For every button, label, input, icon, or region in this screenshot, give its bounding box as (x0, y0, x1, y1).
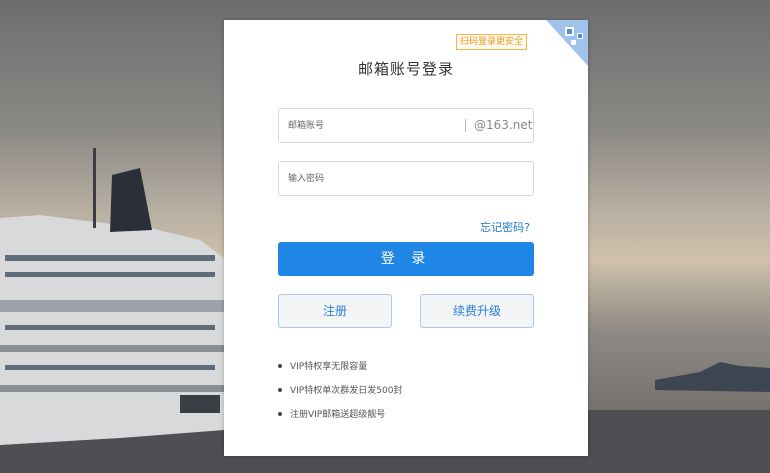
forgot-password-link[interactable]: 忘记密码? (480, 219, 530, 235)
email-account-input[interactable] (279, 109, 468, 142)
password-input[interactable] (279, 162, 528, 195)
list-item: VIP特权享无限容量 (278, 360, 402, 384)
renew-upgrade-button[interactable]: 续费升级 (420, 294, 534, 328)
field-divider (465, 119, 466, 132)
page-title: 邮箱账号登录 (357, 60, 454, 78)
password-field[interactable] (278, 161, 534, 196)
list-item: VIP特权单次群发日发500封 (278, 384, 402, 408)
register-button[interactable]: 注册 (278, 294, 392, 328)
qr-login-badge[interactable]: 扫码登录更安全 (456, 34, 528, 50)
login-panel: 扫码登录更安全 邮箱账号登录 @163.net 忘记密码? 登 录 注册 续费升… (224, 20, 588, 456)
list-item: 注册VIP邮箱送超级靓号 (278, 408, 402, 432)
email-domain-suffix: @163.net (474, 118, 533, 132)
email-account-field[interactable]: @163.net (278, 108, 534, 143)
login-button[interactable]: 登 录 (278, 242, 534, 276)
vip-feature-list: VIP特权享无限容量 VIP特权单次群发日发500封 注册VIP邮箱送超级靓号 (278, 360, 402, 432)
